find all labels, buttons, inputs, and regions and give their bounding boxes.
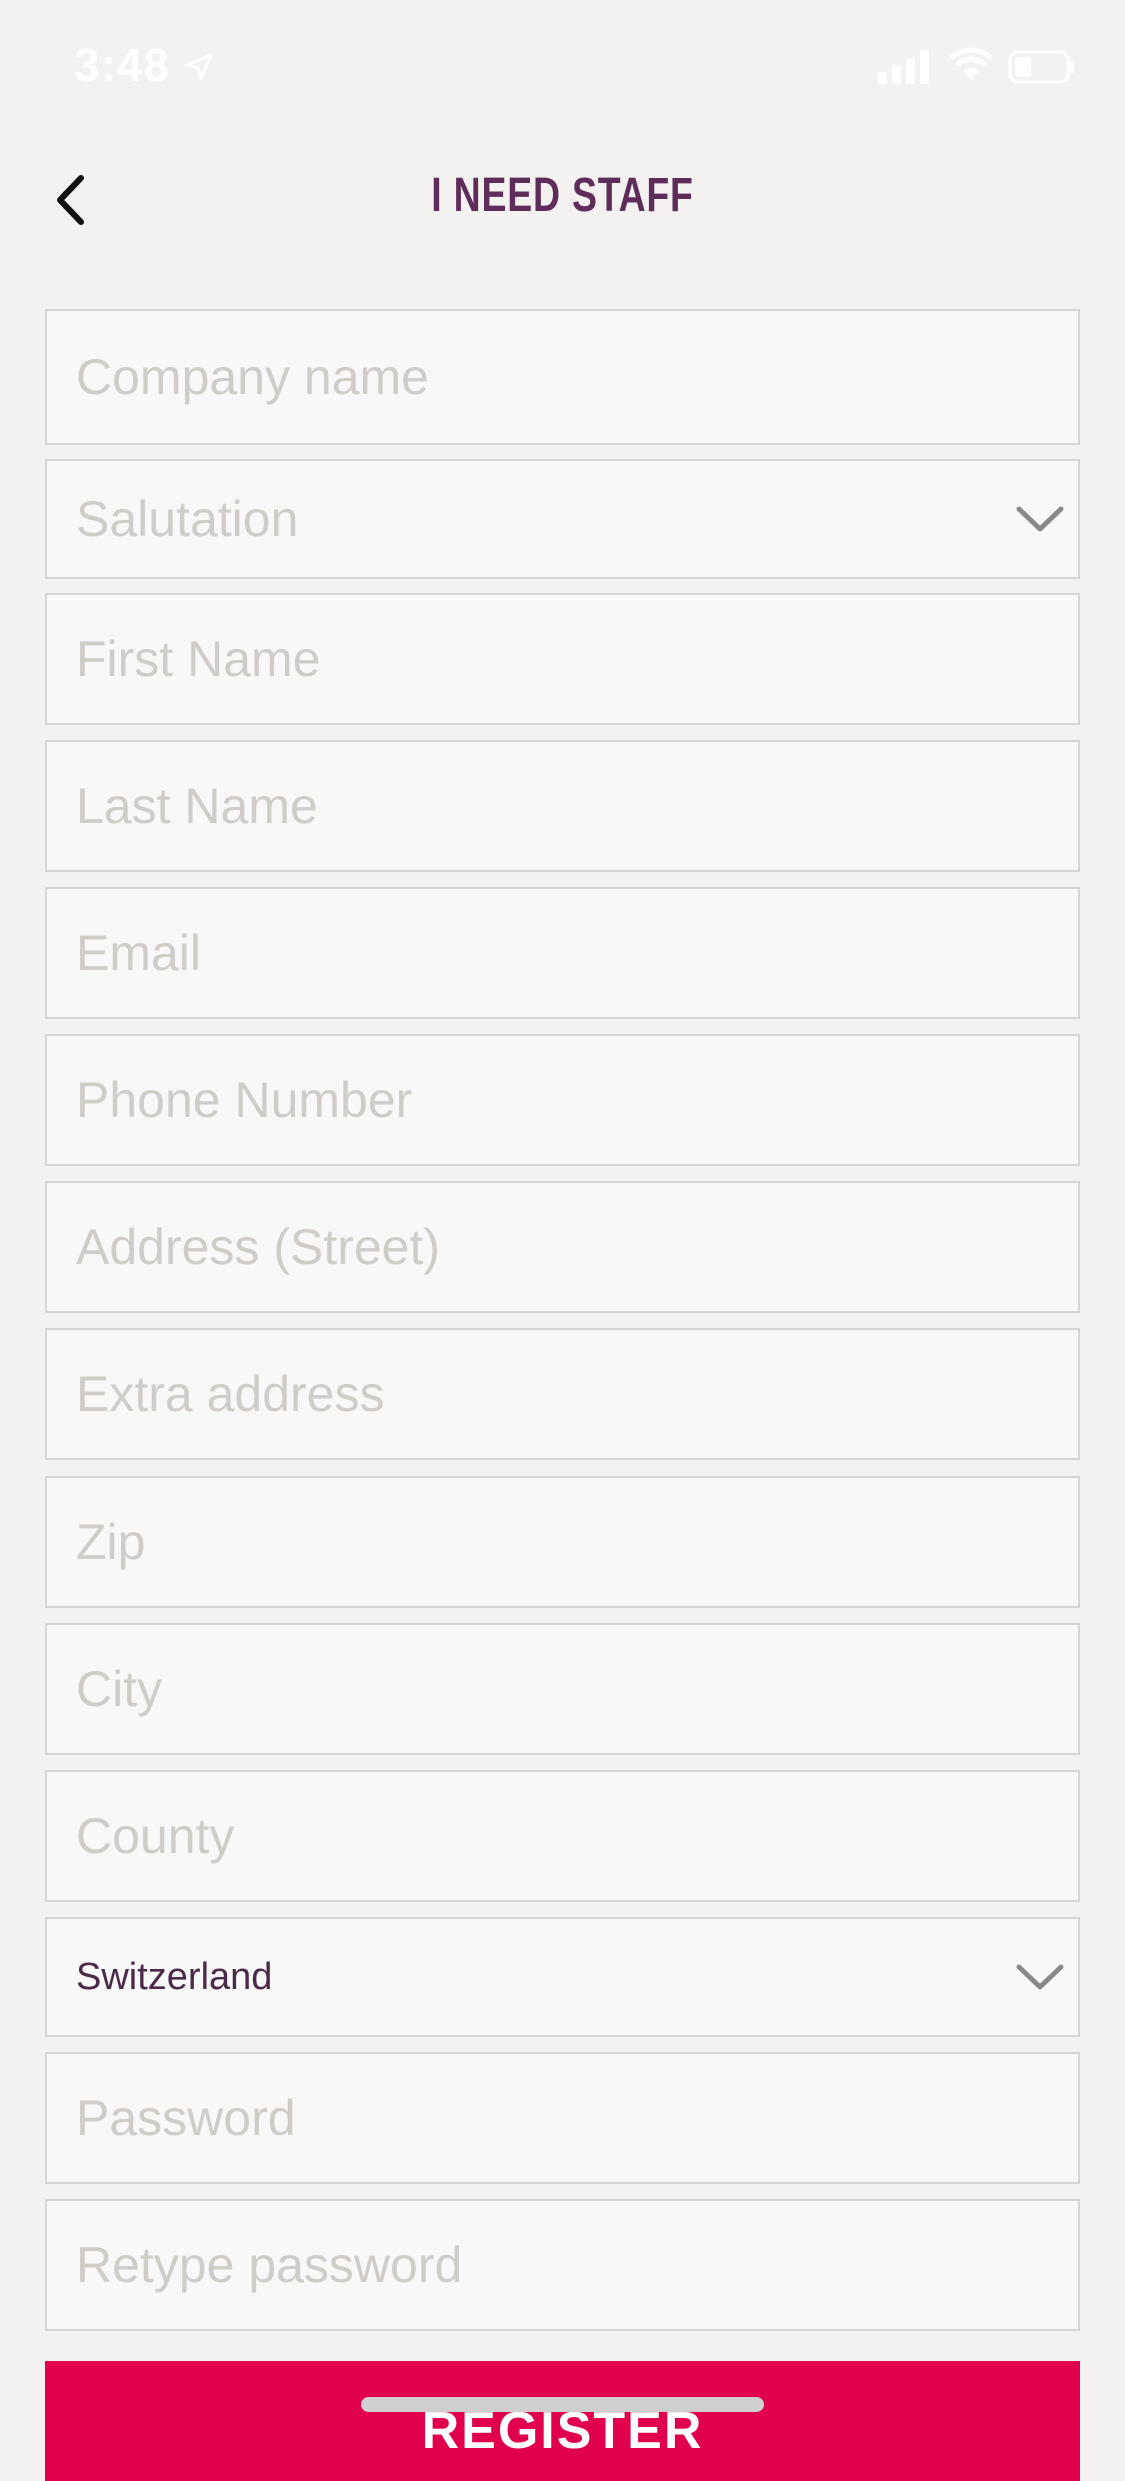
chevron-down-icon [1010,461,1070,577]
location-arrow-icon [184,52,214,87]
email-field [45,887,1080,1019]
password-field [45,2052,1080,2184]
phone-input[interactable] [47,1036,1078,1164]
address-street-input[interactable] [47,1183,1078,1311]
address-street-field [45,1181,1080,1313]
wifi-icon [948,46,994,87]
last-name-field [45,740,1080,872]
zip-field [45,1476,1080,1608]
password-input[interactable] [47,2054,1078,2182]
zip-input[interactable] [47,1478,1078,1606]
status-time: 3:48 [74,39,171,91]
phone-field [45,1034,1080,1166]
city-field [45,1623,1080,1755]
first-name-input[interactable] [47,595,1078,723]
page-title: I NEED STAFF [431,169,694,222]
salutation-select[interactable]: Salutation [45,459,1080,579]
status-bar: 3:48 [0,0,1125,140]
country-select[interactable]: Switzerland [45,1917,1080,2037]
last-name-input[interactable] [47,742,1078,870]
extra-address-input[interactable] [47,1330,1078,1458]
first-name-field [45,593,1080,725]
county-field [45,1770,1080,1902]
salutation-placeholder: Salutation [76,491,299,547]
chevron-down-icon [1010,1919,1070,2035]
city-input[interactable] [47,1625,1078,1753]
home-indicator [361,2397,764,2412]
company-name-input[interactable] [47,311,1078,443]
retype-password-field [45,2199,1080,2331]
cellular-signal-icon [878,50,932,89]
register-button[interactable]: REGISTER [45,2361,1080,2481]
chevron-left-icon [55,174,85,230]
company-name-field [45,309,1080,445]
nav-bar: I NEED STAFF [0,150,1125,250]
extra-address-field [45,1328,1080,1460]
retype-password-input[interactable] [47,2201,1078,2329]
email-input[interactable] [47,889,1078,1017]
back-button[interactable] [30,162,110,242]
battery-icon [1008,50,1076,89]
country-value: Switzerland [76,1955,273,1998]
county-input[interactable] [47,1772,1078,1900]
